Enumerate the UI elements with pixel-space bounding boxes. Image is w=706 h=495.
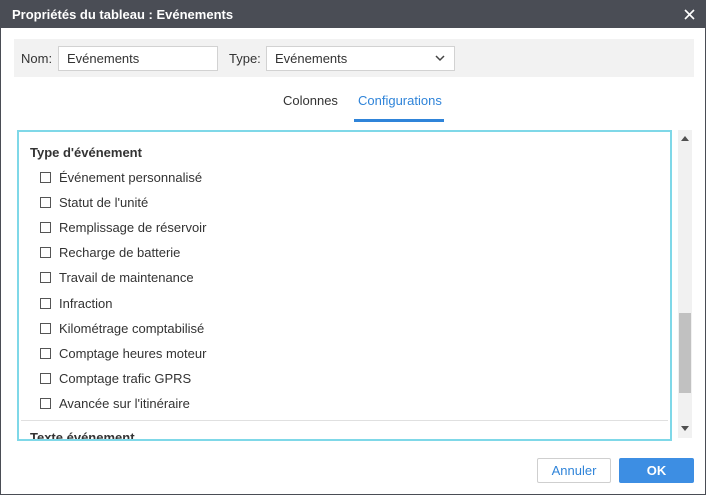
ok-button[interactable]: OK bbox=[619, 458, 694, 483]
close-icon bbox=[683, 8, 695, 20]
checkbox-label: Recharge de batterie bbox=[59, 244, 181, 260]
properties-dialog: Propriétés du tableau : Evénements Nom: … bbox=[0, 0, 706, 495]
arrow-down-icon[interactable] bbox=[681, 426, 689, 432]
checkbox[interactable] bbox=[40, 171, 51, 183]
section-divider bbox=[21, 420, 668, 421]
configurations-panel: Type d'événement Événement personnalisé … bbox=[17, 130, 672, 441]
checkbox-row[interactable]: Kilométrage comptabilisé bbox=[40, 318, 204, 338]
tab-bar: Colonnes Configurations bbox=[1, 87, 705, 123]
checkbox-row[interactable]: Recharge de batterie bbox=[40, 242, 180, 262]
checkbox[interactable] bbox=[40, 322, 51, 334]
checkbox-row[interactable]: Comptage heures moteur bbox=[40, 343, 206, 363]
checkbox-row[interactable]: Infraction bbox=[40, 293, 112, 313]
checkbox[interactable] bbox=[40, 221, 51, 233]
checkbox[interactable] bbox=[40, 246, 51, 258]
active-tab-indicator bbox=[354, 119, 444, 122]
cancel-button[interactable]: Annuler bbox=[537, 458, 611, 483]
type-select-value: Evénements bbox=[275, 51, 348, 66]
tab-colonnes[interactable]: Colonnes bbox=[283, 93, 338, 108]
section-title-event-type: Type d'événement bbox=[30, 145, 142, 160]
checkbox-label: Comptage heures moteur bbox=[59, 345, 207, 361]
chevron-down-icon bbox=[435, 55, 445, 62]
close-button[interactable] bbox=[679, 4, 699, 24]
checkbox-row[interactable]: Événement personnalisé bbox=[40, 167, 202, 187]
checkbox-label: Statut de l'unité bbox=[59, 194, 149, 210]
tab-configurations[interactable]: Configurations bbox=[358, 93, 442, 108]
panel-scrollbar[interactable] bbox=[678, 130, 692, 438]
checkbox[interactable] bbox=[40, 297, 51, 309]
checkbox[interactable] bbox=[40, 347, 51, 359]
checkbox-label: Kilométrage comptabilisé bbox=[59, 320, 205, 336]
filter-bar: Nom: Evénements Type: Evénements bbox=[14, 39, 694, 77]
checkbox-label: Avancée sur l'itinéraire bbox=[59, 395, 190, 411]
checkbox-label: Événement personnalisé bbox=[59, 169, 203, 185]
scrollbar-thumb[interactable] bbox=[679, 313, 691, 393]
name-input[interactable]: Evénements bbox=[58, 46, 218, 71]
dialog-title: Propriétés du tableau : Evénements bbox=[12, 7, 234, 22]
checkbox[interactable] bbox=[40, 271, 51, 283]
checkbox-label: Comptage trafic GPRS bbox=[59, 370, 192, 386]
arrow-up-icon[interactable] bbox=[681, 135, 689, 141]
title-bar: Propriétés du tableau : Evénements bbox=[1, 1, 705, 28]
type-label: Type: bbox=[229, 51, 261, 66]
section-title-event-text: Texte événement bbox=[30, 430, 135, 441]
checkbox-label: Travail de maintenance bbox=[59, 269, 194, 285]
checkbox[interactable] bbox=[40, 397, 51, 409]
checkbox-row[interactable]: Avancée sur l'itinéraire bbox=[40, 393, 190, 413]
checkbox[interactable] bbox=[40, 372, 51, 384]
checkbox-row[interactable]: Remplissage de réservoir bbox=[40, 217, 206, 237]
checkbox-label: Remplissage de réservoir bbox=[59, 219, 207, 235]
name-label: Nom: bbox=[21, 51, 53, 66]
type-select[interactable]: Evénements bbox=[266, 46, 455, 71]
checkbox-row[interactable]: Comptage trafic GPRS bbox=[40, 368, 191, 388]
checkbox-row[interactable]: Travail de maintenance bbox=[40, 267, 194, 287]
checkbox-label: Infraction bbox=[59, 295, 113, 311]
checkbox-row[interactable]: Statut de l'unité bbox=[40, 192, 148, 212]
checkbox[interactable] bbox=[40, 196, 51, 208]
